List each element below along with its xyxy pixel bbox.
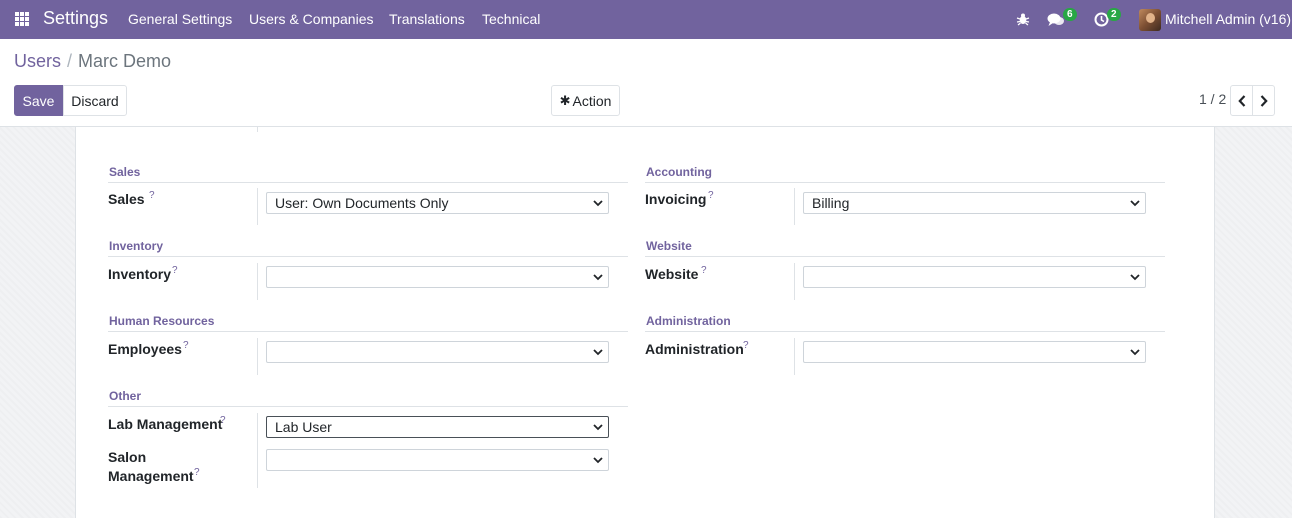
lab-management-select-value: Lab User: [275, 419, 332, 435]
inventory-select[interactable]: [266, 266, 609, 288]
breadcrumb-current: Marc Demo: [78, 51, 172, 71]
lab-management-select[interactable]: Lab User: [266, 416, 609, 438]
section-divider: [108, 256, 628, 257]
field-label-salon-management: Salon Management: [108, 448, 194, 486]
chevron-down-icon: [1130, 274, 1140, 281]
app-title[interactable]: Settings: [43, 8, 108, 29]
invoicing-select-value: Billing: [812, 195, 850, 211]
avatar[interactable]: [1139, 9, 1161, 31]
user-menu-name[interactable]: Mitchell Admin (v16): [1165, 11, 1291, 27]
menu-translations[interactable]: Translations: [389, 11, 465, 27]
section-divider: [108, 331, 628, 332]
breadcrumb: Users / Marc Demo: [14, 51, 171, 72]
section-divider: [108, 182, 628, 183]
section-title-sales: Sales: [109, 165, 141, 179]
top-navbar: Settings General Settings Users & Compan…: [0, 0, 1292, 39]
chevron-left-icon: [1237, 94, 1245, 107]
help-tooltip-icon[interactable]: ?: [194, 467, 200, 478]
divider: [257, 127, 258, 132]
chevron-down-icon: [593, 457, 603, 464]
section-divider: [645, 256, 1165, 257]
chevron-down-icon: [593, 424, 603, 431]
apps-grid-icon[interactable]: [15, 12, 29, 26]
section-divider: [645, 331, 1165, 332]
chevron-down-icon: [593, 274, 603, 281]
breadcrumb-separator: /: [67, 51, 73, 71]
chevron-right-icon: [1260, 94, 1268, 107]
help-tooltip-icon[interactable]: ?: [149, 190, 155, 201]
field-divider: [257, 338, 258, 375]
administration-select[interactable]: [803, 341, 1146, 363]
field-label-inventory: Inventory: [108, 266, 172, 282]
field-label-lab-management: Lab Management: [108, 416, 223, 432]
activities-count-badge: 2: [1107, 8, 1121, 21]
field-divider: [257, 263, 258, 300]
section-divider: [108, 406, 628, 407]
help-tooltip-icon[interactable]: ?: [701, 265, 707, 276]
salon-management-select[interactable]: [266, 449, 609, 471]
help-tooltip-icon[interactable]: ?: [183, 340, 189, 351]
section-title-human-resources: Human Resources: [109, 314, 215, 328]
field-label-administration: Administration: [645, 341, 744, 357]
help-tooltip-icon[interactable]: ?: [172, 265, 178, 276]
chevron-down-icon: [1130, 200, 1140, 207]
help-tooltip-icon[interactable]: ?: [743, 340, 749, 351]
section-divider: [645, 182, 1165, 183]
help-tooltip-icon[interactable]: ?: [220, 415, 226, 426]
section-title-inventory: Inventory: [109, 239, 164, 253]
help-tooltip-icon[interactable]: ?: [708, 190, 714, 201]
invoicing-select[interactable]: Billing: [803, 192, 1146, 214]
action-button[interactable]: ✱ Action: [551, 85, 620, 116]
action-label: Action: [572, 92, 612, 109]
bug-icon[interactable]: [1016, 12, 1030, 26]
section-title-other: Other: [109, 389, 142, 403]
field-divider: [257, 188, 258, 225]
employees-select[interactable]: [266, 341, 609, 363]
section-title-administration: Administration: [646, 314, 731, 328]
field-label-invoicing: Invoicing: [645, 191, 707, 207]
website-select[interactable]: [803, 266, 1146, 288]
gear-icon: ✱: [559, 92, 571, 108]
field-divider: [794, 338, 795, 375]
pager-value[interactable]: 1 / 2: [1199, 91, 1226, 107]
section-title-website: Website: [646, 239, 692, 253]
field-label-employees: Employees: [108, 341, 182, 357]
field-divider: [794, 188, 795, 225]
menu-users-companies[interactable]: Users & Companies: [249, 11, 374, 27]
form-sheet: [75, 127, 1215, 518]
salon-label-line2: Management: [108, 468, 194, 484]
field-divider: [257, 413, 258, 488]
field-divider: [794, 263, 795, 300]
chevron-down-icon: [593, 200, 603, 207]
pager-previous-button[interactable]: [1230, 85, 1253, 116]
field-label-sales: Sales: [108, 191, 145, 207]
chevron-down-icon: [593, 349, 603, 356]
sales-select[interactable]: User: Own Documents Only: [266, 192, 609, 214]
section-title-accounting: Accounting: [646, 165, 712, 179]
pager-next-button[interactable]: [1252, 85, 1275, 116]
breadcrumb-users-link[interactable]: Users: [14, 51, 61, 71]
discard-button[interactable]: Discard: [63, 85, 127, 116]
salon-label-line1: Salon: [108, 449, 147, 465]
save-button[interactable]: Save: [14, 85, 63, 116]
sales-select-value: User: Own Documents Only: [275, 195, 449, 211]
chevron-down-icon: [1130, 349, 1140, 356]
field-label-website: Website: [645, 266, 699, 282]
menu-general-settings[interactable]: General Settings: [128, 11, 232, 27]
menu-technical[interactable]: Technical: [482, 11, 540, 27]
control-panel: Users / Marc Demo Save Discard ✱ Action 1 /…: [0, 39, 1292, 127]
messages-count-badge: 6: [1063, 8, 1077, 21]
